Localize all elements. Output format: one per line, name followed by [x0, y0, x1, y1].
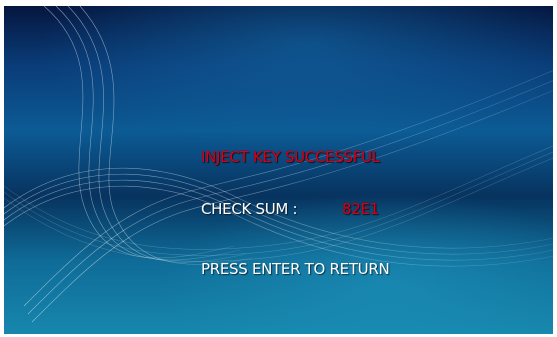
status-title: INJECT KEY SUCCESSFUL — [201, 148, 380, 166]
return-prompt: PRESS ENTER TO RETURN — [201, 260, 390, 278]
checksum-value: 82E1 — [342, 200, 379, 218]
key-injection-result-screen: INJECT KEY SUCCESSFUL CHECK SUM : 82E1 P… — [4, 6, 553, 334]
checksum-label: CHECK SUM : — [201, 200, 298, 218]
background-swirl-graphic — [4, 6, 553, 323]
